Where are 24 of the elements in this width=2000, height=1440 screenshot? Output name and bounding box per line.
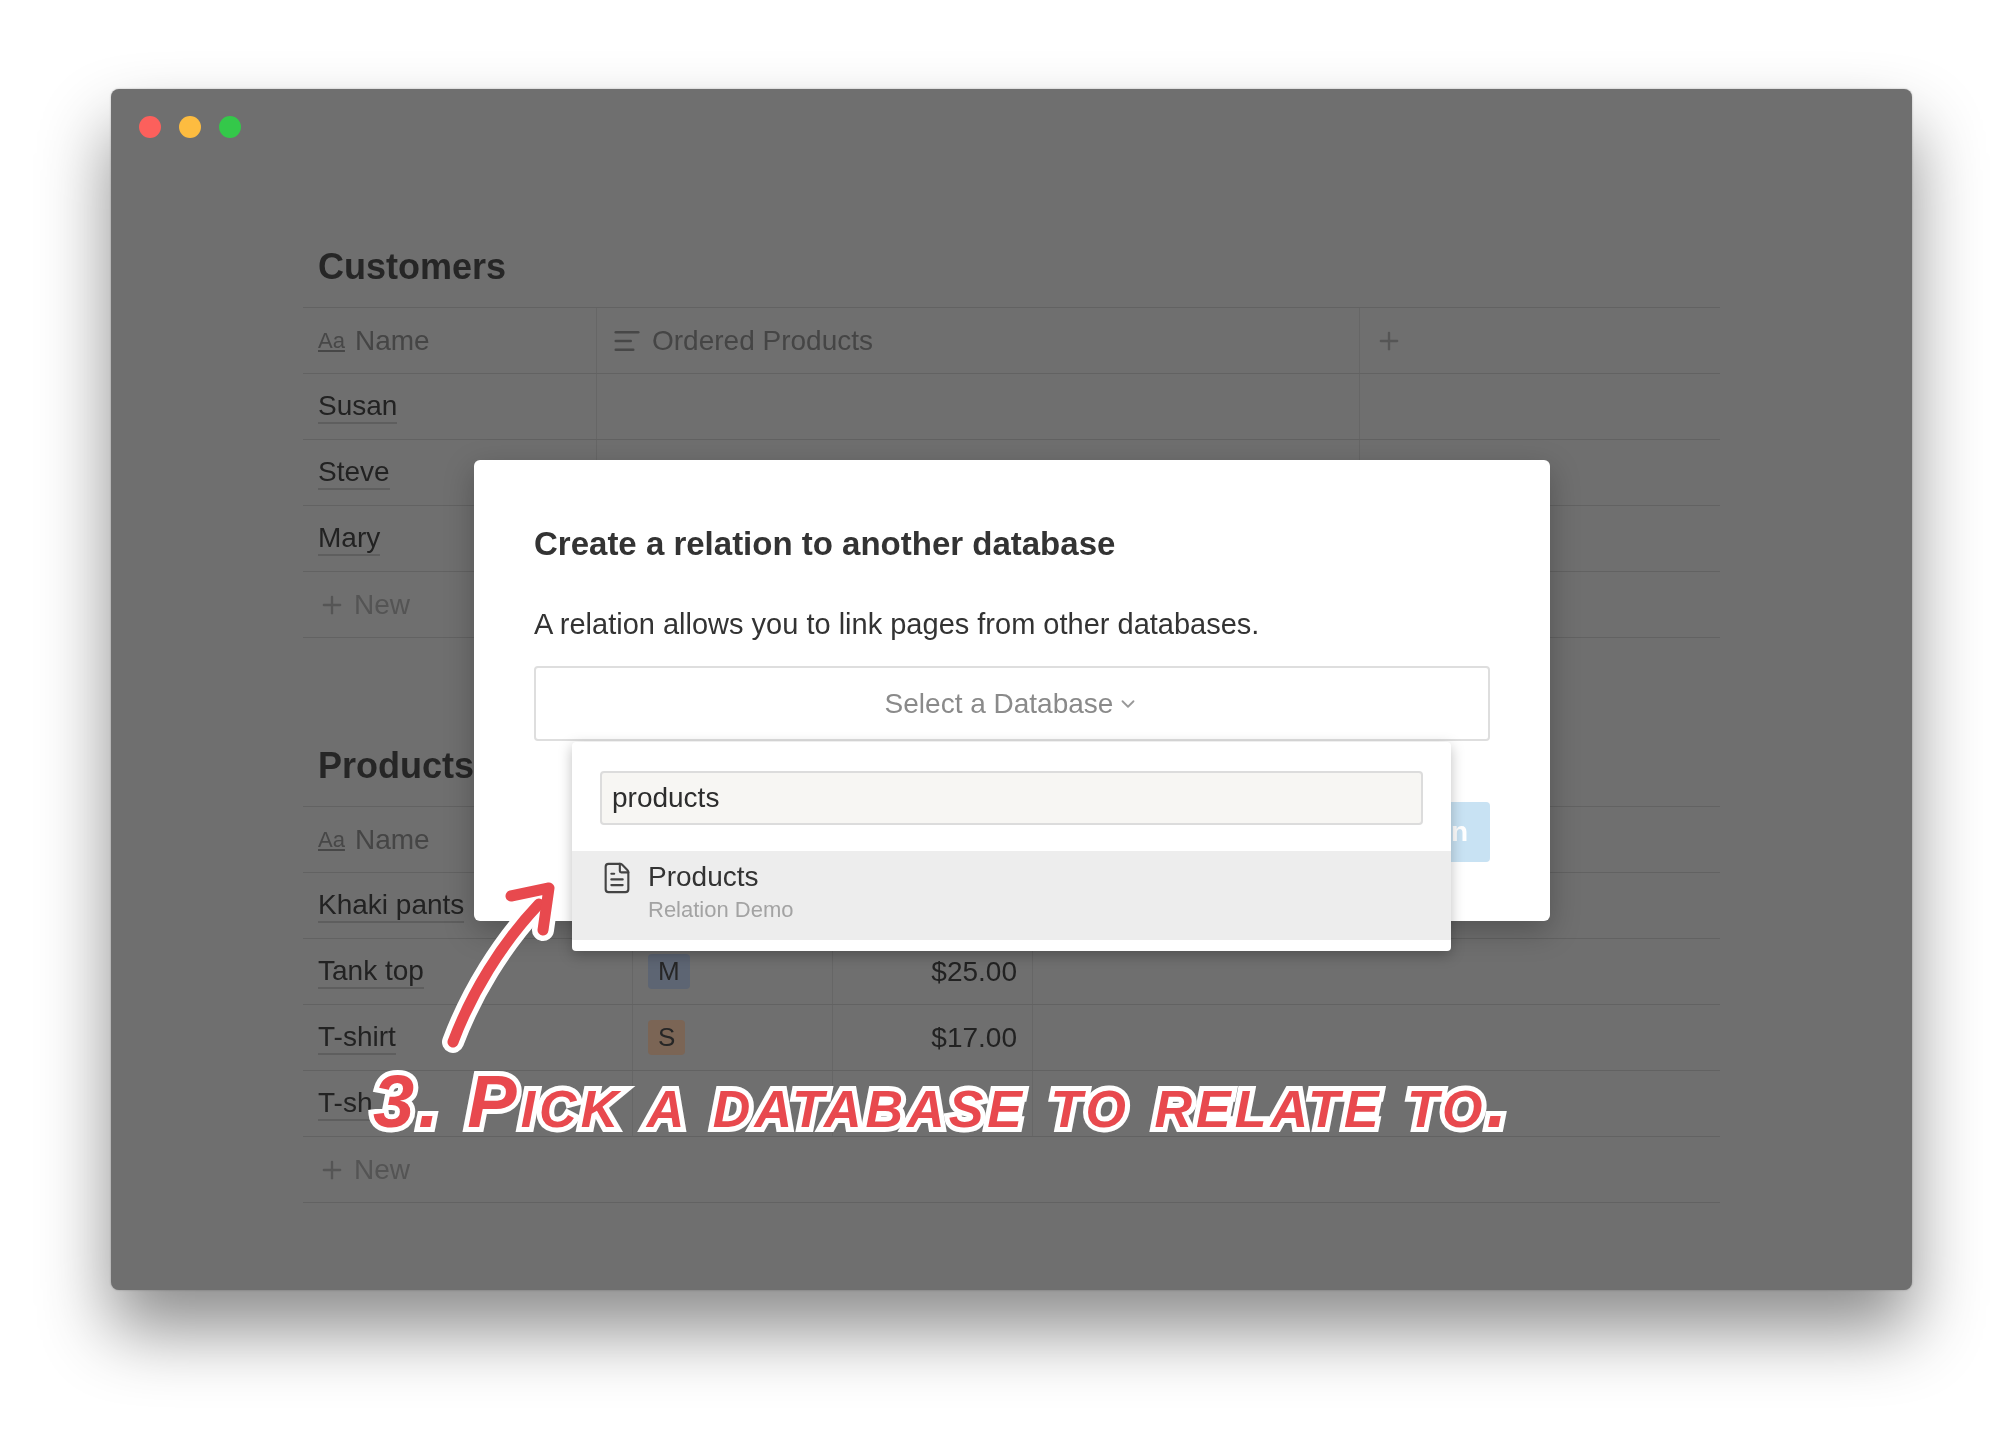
name-cell[interactable]: Susan [318, 389, 398, 424]
search-field[interactable]: products [600, 771, 1423, 825]
dialog-title: Create a relation to another database [534, 524, 1117, 564]
name-cell[interactable]: T-sh [318, 1086, 373, 1121]
annotation-text: 3. Pick a database to relate to. [373, 1059, 1511, 1144]
database-select[interactable]: Select a Database [534, 666, 1490, 741]
window-control[interactable] [219, 116, 241, 138]
database-title: Customers [317, 245, 508, 289]
name-cell[interactable]: Tank top [318, 954, 424, 989]
name-cell[interactable]: Steve [318, 455, 390, 490]
size-tag: M [648, 954, 690, 989]
option-title: Products [648, 861, 760, 893]
name-cell[interactable]: Khaki pants [318, 888, 465, 923]
price-cell: $17.00 [931, 1021, 1017, 1054]
name-cell[interactable]: Mary [318, 521, 381, 556]
database-option[interactable]: Products Relation Demo [572, 851, 1451, 940]
price-cell: $25.00 [931, 955, 1017, 988]
name-cell[interactable]: T-shirt [318, 1020, 396, 1055]
window-control[interactable] [139, 116, 161, 138]
database-title: Products [317, 744, 476, 788]
option-subtitle: Relation Demo [648, 897, 794, 923]
dialog-description: A relation allows you to link pages from other databases. [534, 606, 1261, 642]
size-tag: S [648, 1020, 686, 1055]
window-control[interactable] [179, 116, 201, 138]
